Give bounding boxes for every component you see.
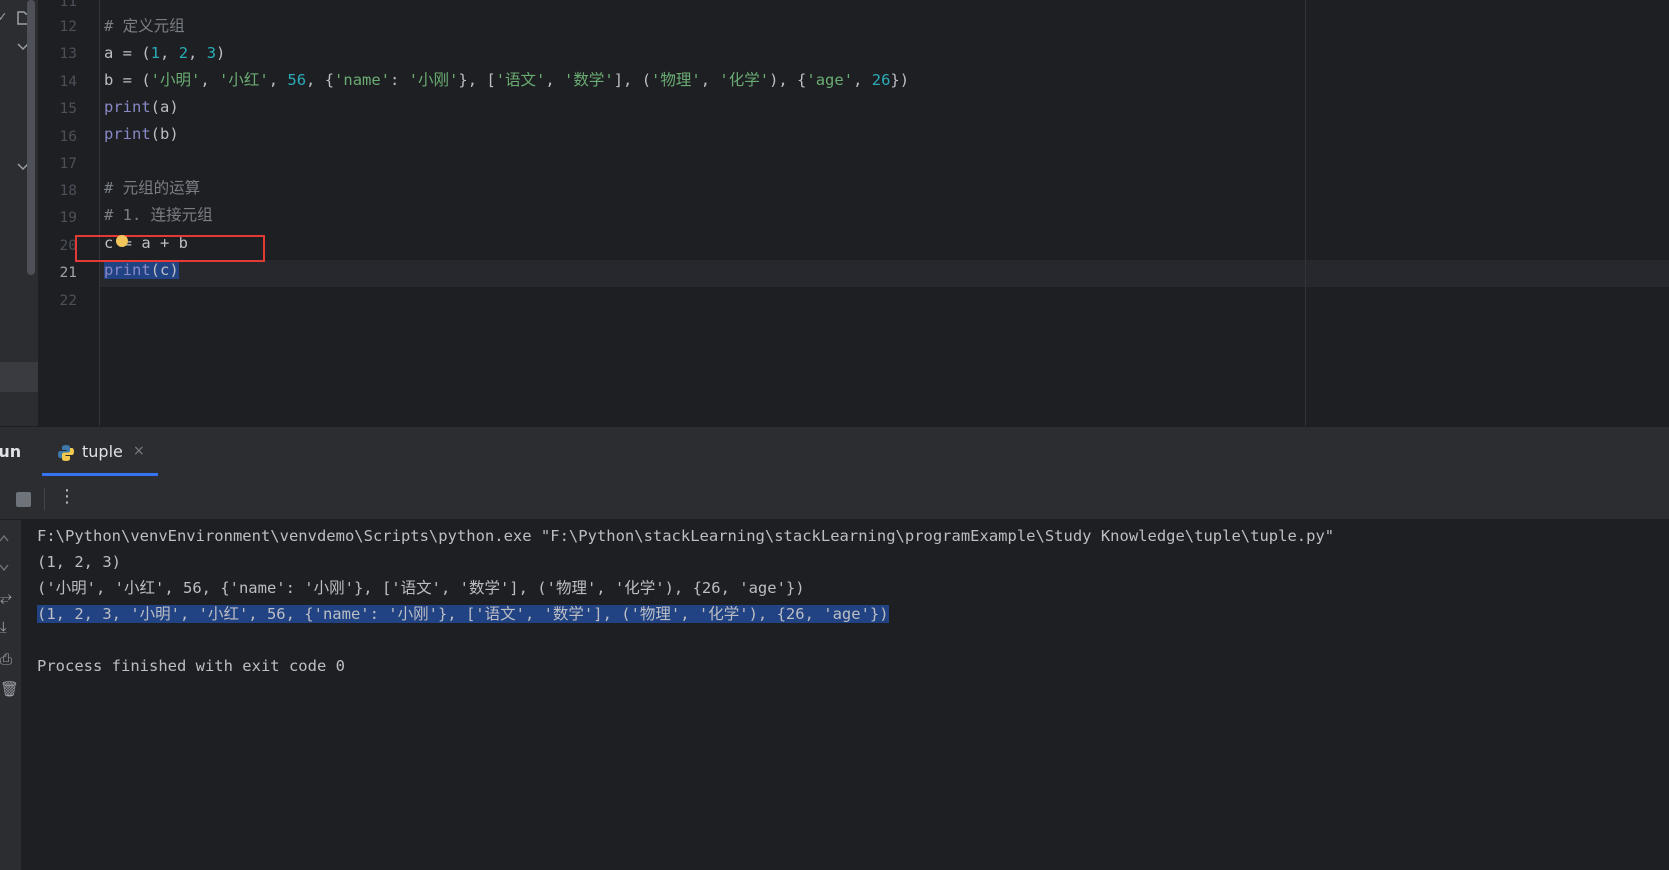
- line-number: 20: [59, 238, 77, 254]
- selected-output: (1, 2, 3, '小明', '小红', 56, {'name': '小刚'}…: [37, 605, 889, 623]
- code-line-18[interactable]: # 元组的运算: [104, 177, 200, 199]
- string-token: '小刚': [408, 71, 459, 89]
- code-token: ,: [700, 71, 720, 89]
- tree-selected-row[interactable]: [0, 362, 38, 392]
- code-token: }, [: [458, 71, 496, 89]
- selected-code: print(c): [104, 261, 179, 279]
- line-number: 15: [59, 101, 77, 117]
- code-token: = (: [113, 44, 151, 62]
- code-token: ,: [545, 71, 565, 89]
- code-line-14[interactable]: b = ('小明', '小红', 56, {'name': '小刚'}, ['语…: [104, 69, 909, 91]
- console-line: F:\Python\venvEnvironment\venvdemo\Scrip…: [37, 527, 1335, 545]
- more-options-icon[interactable]: ⋮: [58, 486, 76, 507]
- line-number: 13: [59, 46, 77, 62]
- code-token: ,: [188, 44, 207, 62]
- line-number: 18: [59, 183, 77, 199]
- run-tab-label: tuple: [82, 442, 123, 461]
- toolbar-divider: [44, 488, 45, 510]
- string-token: '语文': [495, 71, 546, 89]
- console-line: (1, 2, 3): [37, 553, 121, 571]
- code-token: (a): [150, 98, 179, 116]
- line-number-gutter: 11 12 13 14 15 16 17 18 19 20 21 22: [38, 0, 100, 426]
- string-token: 'age': [806, 71, 854, 89]
- string-token: 'name': [334, 71, 391, 89]
- code-line-21[interactable]: print(c): [104, 259, 179, 281]
- lightbulb-icon[interactable]: [116, 235, 128, 247]
- console-line-selected: (1, 2, 3, '小明', '小红', 56, {'name': '小刚'}…: [37, 603, 889, 625]
- stop-button[interactable]: [16, 492, 31, 507]
- code-editor[interactable]: ✓ 11 12 13 14 15 16 17 18 19 20 21 22 # …: [0, 0, 1669, 426]
- project-tool-strip: ✓: [0, 0, 38, 426]
- console-output[interactable]: F:\Python\venvEnvironment\venvdemo\Scrip…: [22, 520, 1669, 870]
- chevron-up-icon[interactable]: [0, 534, 9, 542]
- builtin-token: print: [104, 261, 151, 279]
- code-text-area[interactable]: # 定义元组 a = (1, 2, 3) b = ('小明', '小红', 56…: [100, 0, 1669, 426]
- code-token: (b): [150, 125, 179, 143]
- run-toolbar: ⋮: [0, 476, 1669, 520]
- code-token: ): [216, 44, 226, 62]
- number-token: 26: [871, 71, 891, 89]
- number-token: 2: [178, 44, 189, 62]
- line-number: 22: [59, 293, 77, 309]
- tree-scrollbar[interactable]: [27, 0, 35, 275]
- number-token: 3: [206, 44, 217, 62]
- string-token: '数学': [564, 71, 614, 89]
- string-token: '小红': [219, 71, 269, 89]
- console-line: ('小明', '小红', 56, {'name': '小刚'}, ['语文', …: [37, 579, 805, 597]
- code-token: ,: [160, 44, 179, 62]
- line-number-current: 21: [59, 265, 77, 281]
- builtin-token: print: [104, 98, 151, 116]
- code-token: (c): [150, 261, 179, 279]
- annotation-highlight-box: [75, 235, 265, 262]
- code-token: :: [390, 71, 409, 89]
- code-line-19[interactable]: # 1. 连接元组: [104, 204, 213, 226]
- number-token: 1: [150, 44, 161, 62]
- string-token: '化学': [719, 71, 770, 89]
- code-token: b = (: [104, 71, 151, 89]
- code-token: ,: [853, 71, 872, 89]
- chevron-down-icon[interactable]: ✓: [0, 10, 6, 24]
- line-number: 16: [59, 129, 77, 145]
- python-icon: [58, 445, 74, 461]
- code-token: }): [890, 71, 910, 89]
- code-line-15[interactable]: print(a): [104, 96, 179, 118]
- code-token: , {: [306, 71, 335, 89]
- number-token: 56: [287, 71, 307, 89]
- line-number: 14: [59, 74, 77, 90]
- string-token: '小明': [150, 71, 201, 89]
- line-number: 11: [59, 0, 77, 10]
- console-line: Process finished with exit code 0: [37, 657, 345, 675]
- close-icon[interactable]: ×: [133, 443, 145, 459]
- run-tab-tuple[interactable]: tuple ×: [42, 427, 158, 476]
- code-line-13[interactable]: a = (1, 2, 3): [104, 42, 225, 64]
- line-number: 12: [59, 19, 77, 35]
- run-panel-header: Run tuple ×: [0, 426, 1669, 476]
- code-line-16[interactable]: print(b): [104, 123, 179, 145]
- print-icon[interactable]: ⎙: [0, 652, 12, 667]
- line-number: 17: [59, 156, 77, 172]
- code-token: ], (: [613, 71, 652, 89]
- chevron-down-icon[interactable]: [0, 564, 9, 572]
- scroll-to-end-icon[interactable]: ⤓: [0, 620, 7, 635]
- code-token: ,: [268, 71, 288, 89]
- code-token: ,: [200, 71, 220, 89]
- soft-wrap-icon[interactable]: ⥂: [0, 590, 12, 605]
- code-token: a: [104, 44, 114, 62]
- code-line-12[interactable]: # 定义元组: [104, 15, 185, 37]
- line-number: 19: [59, 210, 77, 226]
- string-token: '物理': [651, 71, 701, 89]
- run-panel-title: Run: [0, 442, 22, 461]
- trash-icon[interactable]: 🗑: [0, 682, 19, 697]
- console-side-toolbar: ⥂ ⤓ ⎙ 🗑: [0, 520, 22, 870]
- code-token: ), {: [769, 71, 807, 89]
- builtin-token: print: [104, 125, 151, 143]
